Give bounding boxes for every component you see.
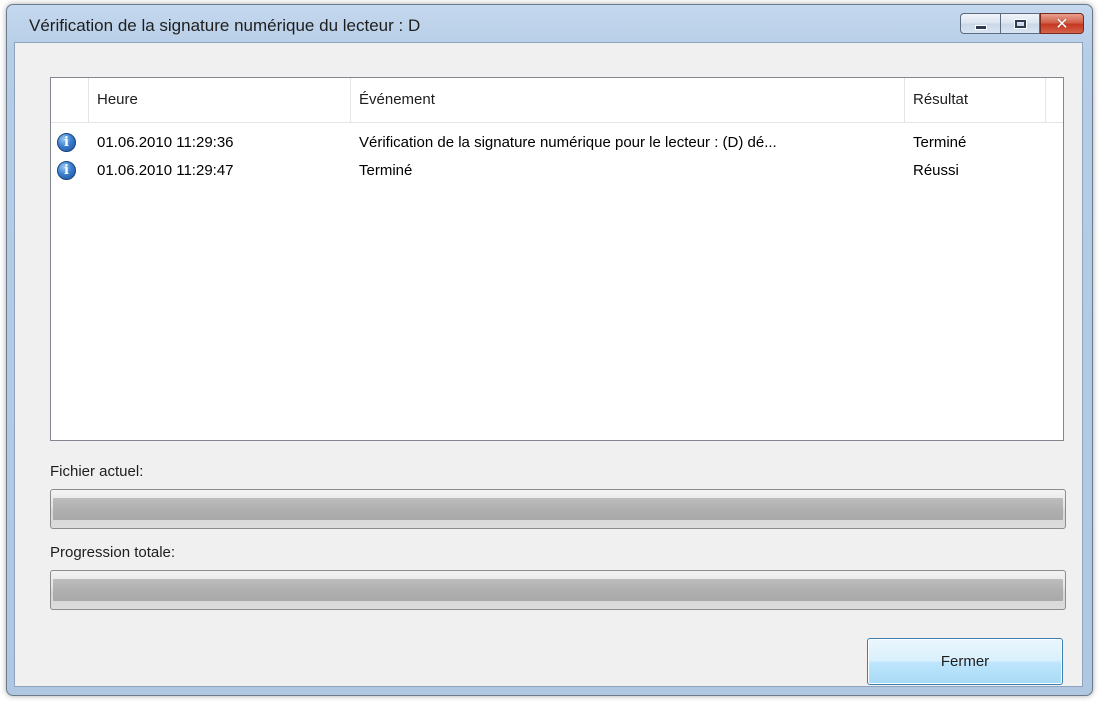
header-icon-column — [51, 78, 89, 122]
close-icon: ✕ — [1055, 13, 1069, 33]
info-icon: i — [57, 161, 76, 180]
header-time[interactable]: Heure — [89, 78, 351, 122]
dialog-client-area: Heure Événement Résultat i 01.06.2010 11… — [14, 42, 1083, 687]
minimize-button[interactable] — [960, 13, 1000, 34]
header-event[interactable]: Événement — [351, 78, 905, 122]
header-result[interactable]: Résultat — [905, 78, 1046, 122]
row-result: Réussi — [913, 162, 959, 179]
row-result: Terminé — [913, 134, 967, 151]
current-file-label: Fichier actuel: — [50, 463, 144, 480]
title-bar[interactable]: Vérification de la signature numérique d… — [7, 5, 1092, 43]
window-title: Vérification de la signature numérique d… — [29, 16, 421, 35]
table-row[interactable]: i 01.06.2010 11:29:47 Terminé Réussi — [51, 157, 1063, 185]
info-icon: i — [57, 133, 76, 152]
window-controls: ✕ — [960, 13, 1084, 35]
table-row[interactable]: i 01.06.2010 11:29:36 Vérification de la… — [51, 129, 1063, 157]
event-log-list[interactable]: Heure Événement Résultat i 01.06.2010 11… — [50, 77, 1064, 441]
total-progress — [50, 570, 1066, 610]
close-button[interactable]: Fermer — [867, 638, 1063, 685]
maximize-icon — [1013, 18, 1027, 29]
close-window-button[interactable]: ✕ — [1040, 13, 1084, 34]
current-file-progress — [50, 489, 1066, 529]
row-time: 01.06.2010 11:29:36 — [97, 134, 234, 151]
list-header: Heure Événement Résultat — [51, 78, 1063, 123]
progress-track — [53, 498, 1063, 520]
total-progress-label: Progression totale: — [50, 544, 176, 561]
row-event: Terminé — [359, 162, 413, 179]
row-event: Vérification de la signature numérique p… — [359, 134, 777, 151]
maximize-button[interactable] — [1000, 13, 1040, 34]
progress-track — [53, 579, 1063, 601]
minimize-icon — [974, 24, 987, 30]
row-time: 01.06.2010 11:29:47 — [97, 162, 234, 179]
